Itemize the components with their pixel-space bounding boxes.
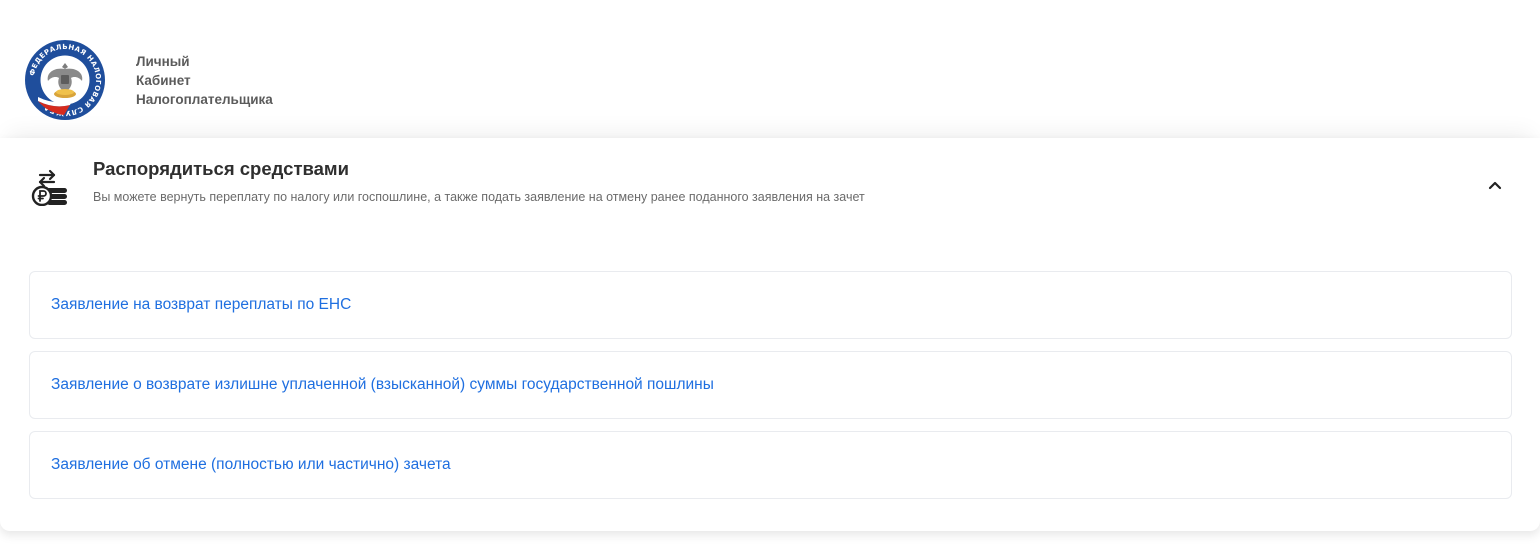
brand-line-2: Кабинет xyxy=(136,73,191,88)
link-offset-cancel-label[interactable]: Заявление об отмене (полностью или части… xyxy=(51,456,451,474)
link-offset-cancel[interactable]: Заявление об отмене (полностью или части… xyxy=(29,431,1512,499)
collapse-button[interactable] xyxy=(1482,172,1508,198)
brand-line-3: Налогоплательщика xyxy=(136,92,273,107)
section-subtitle: Вы можете вернуть переплату по налогу ил… xyxy=(93,190,865,204)
page: ФЕДЕРАЛЬНАЯ НАЛОГОВАЯ СЛУЖБА xyxy=(0,0,1540,550)
chevron-up-icon xyxy=(1488,181,1502,190)
money-transfer-icon xyxy=(30,164,72,207)
fns-emblem-icon[interactable]: ФЕДЕРАЛЬНАЯ НАЛОГОВАЯ СЛУЖБА xyxy=(24,39,106,121)
section-title: Распорядиться средствами xyxy=(93,158,349,179)
link-ens-refund-label[interactable]: Заявление на возврат переплаты по ЕНС xyxy=(51,296,351,314)
application-links: Заявление на возврат переплаты по ЕНС За… xyxy=(29,271,1512,511)
link-duty-refund-label[interactable]: Заявление о возврате излишне уплаченной … xyxy=(51,376,714,394)
brand-title[interactable]: Личный Кабинет Налогоплательщика xyxy=(136,52,273,109)
manage-funds-section: Распорядиться средствами Вы можете верну… xyxy=(0,138,1540,531)
brand-line-1: Личный xyxy=(136,54,190,69)
header: ФЕДЕРАЛЬНАЯ НАЛОГОВАЯ СЛУЖБА xyxy=(0,0,1540,140)
link-ens-refund[interactable]: Заявление на возврат переплаты по ЕНС xyxy=(29,271,1512,339)
link-duty-refund[interactable]: Заявление о возврате излишне уплаченной … xyxy=(29,351,1512,419)
section-header[interactable]: Распорядиться средствами Вы можете верну… xyxy=(0,138,1540,248)
